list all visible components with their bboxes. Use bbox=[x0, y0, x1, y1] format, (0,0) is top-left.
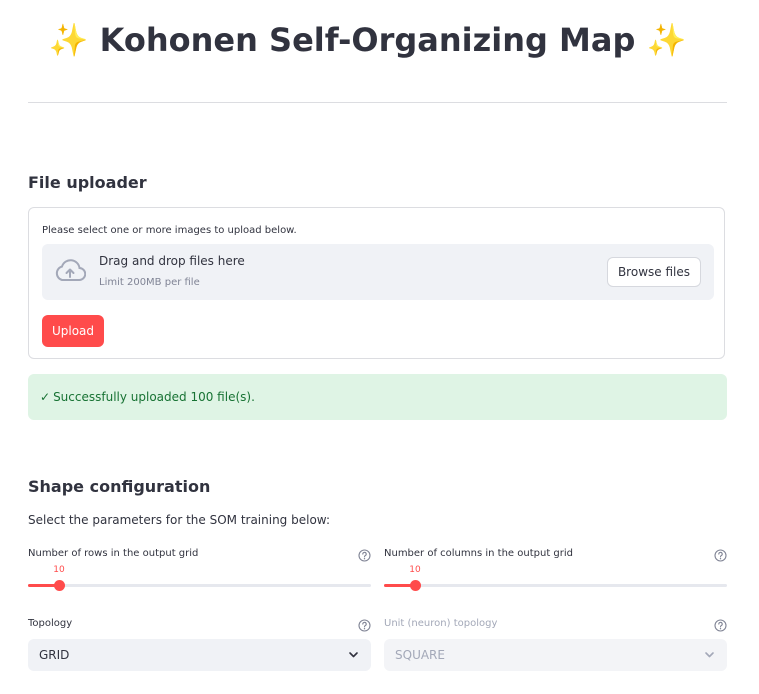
shape-config-heading: Shape configuration bbox=[28, 477, 211, 496]
unit-topology-label: Unit (neuron) topology bbox=[384, 618, 498, 629]
cols-slider-label: Number of columns in the output grid bbox=[384, 548, 573, 559]
page-title: ✨ Kohonen Self-Organizing Map ✨ bbox=[0, 16, 735, 64]
unit-topology-select: SQUARE bbox=[384, 639, 727, 671]
chevron-down-icon bbox=[349, 652, 358, 658]
topology-label: Topology bbox=[28, 618, 73, 629]
dropzone-limit: Limit 200MB per file bbox=[99, 277, 200, 288]
sparkle-icon: ✨ bbox=[48, 21, 89, 59]
shape-config-intro: Select the parameters for the SOM traini… bbox=[28, 513, 330, 527]
success-message: Successfully uploaded 100 file(s). bbox=[53, 390, 255, 404]
help-icon[interactable] bbox=[714, 619, 727, 632]
app-page: ✨ Kohonen Self-Organizing Map ✨ File upl… bbox=[0, 0, 759, 694]
rows-slider-value: 10 bbox=[53, 565, 65, 575]
check-icon: ✓ bbox=[40, 390, 51, 404]
cols-slider-thumb[interactable] bbox=[410, 580, 421, 591]
rows-slider-label: Number of rows in the output grid bbox=[28, 548, 199, 559]
dropzone-instruction: Drag and drop files here bbox=[99, 254, 245, 268]
header-divider bbox=[28, 102, 727, 103]
rows-slider[interactable] bbox=[28, 580, 371, 591]
cloud-upload-icon bbox=[55, 259, 86, 281]
browse-files-button[interactable]: Browse files bbox=[606, 257, 701, 287]
sparkle-icon: ✨ bbox=[646, 21, 687, 59]
file-dropzone[interactable]: Drag and drop files here Limit 200MB per… bbox=[42, 244, 714, 300]
file-uploader-form: Please select one or more images to uplo… bbox=[28, 207, 725, 359]
cols-slider-value: 10 bbox=[409, 565, 421, 575]
topology-select-value: GRID bbox=[39, 648, 70, 662]
help-icon[interactable] bbox=[358, 549, 371, 562]
upload-button[interactable]: Upload bbox=[42, 315, 104, 347]
topology-select[interactable]: GRID bbox=[28, 639, 371, 671]
success-alert: ✓ Successfully uploaded 100 file(s). bbox=[28, 374, 727, 420]
rows-slider-thumb[interactable] bbox=[54, 580, 65, 591]
page-title-text: Kohonen Self-Organizing Map bbox=[99, 21, 636, 59]
cols-slider[interactable] bbox=[384, 580, 727, 591]
chevron-down-icon bbox=[705, 652, 714, 658]
file-uploader-heading: File uploader bbox=[28, 173, 147, 192]
unit-topology-select-value: SQUARE bbox=[395, 648, 445, 662]
help-icon[interactable] bbox=[714, 549, 727, 562]
uploader-prompt: Please select one or more images to uplo… bbox=[42, 225, 297, 236]
help-icon[interactable] bbox=[358, 619, 371, 632]
